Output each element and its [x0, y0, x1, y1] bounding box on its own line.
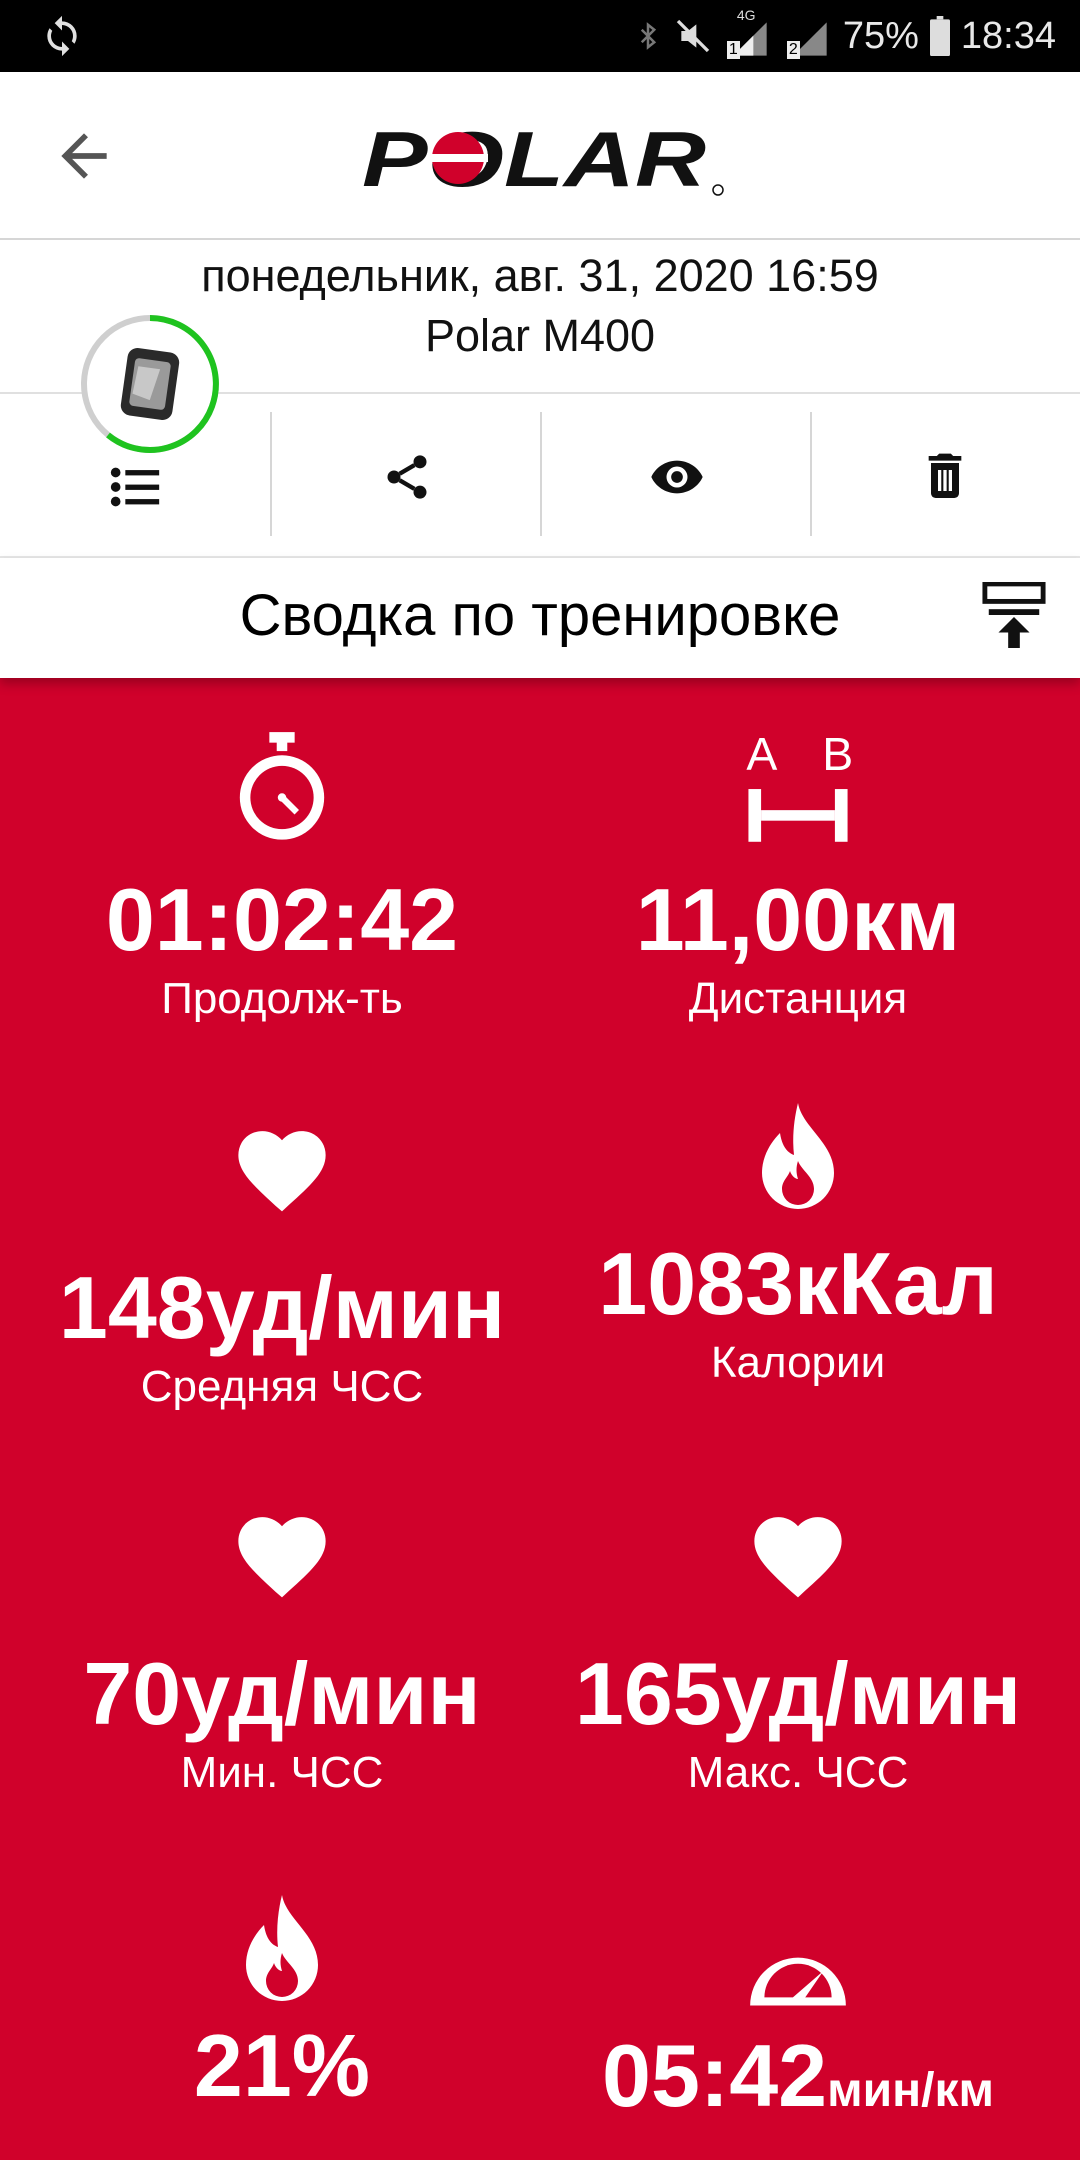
sim1-label: 1 [726, 41, 740, 59]
stat-fat-burn: 21% [12, 1890, 552, 2114]
stat-max-hr: 165уд/мин Макс. ЧСС [528, 1504, 1068, 1800]
stat-duration: 01:02:42 Продолж-ть [12, 730, 552, 1026]
flame-icon [762, 1103, 834, 1209]
stat-pace: 05:42мин/км [528, 1940, 1068, 2139]
status-bar: 4G 1 2 75% 18:34 [0, 0, 1080, 72]
app-bar: POLAR [0, 72, 1080, 240]
avg-hr-label: Средняя ЧСС [140, 1362, 424, 1411]
flame-icon [246, 1895, 318, 2001]
heart-icon [238, 1131, 326, 1212]
avg-hr-value: 148уд/мин [58, 1258, 506, 1357]
pace-number: 05:42 [602, 2026, 828, 2125]
heart-icon [238, 1517, 326, 1598]
share-button[interactable] [272, 412, 542, 542]
duration-label: Продолж-ть [161, 974, 403, 1023]
svg-text:B: B [822, 730, 853, 780]
session-date: понедельник, авг. 31, 2020 16:59 [201, 250, 879, 301]
stopwatch-icon [239, 732, 325, 840]
min-hr-value: 70уд/мин [83, 1644, 481, 1743]
polar-logo: POLAR [362, 120, 724, 196]
min-hr-label: Мин. ЧСС [180, 1748, 384, 1797]
section-header: Сводка по тренировке [0, 558, 1080, 678]
stat-min-hr: 70уд/мин Мин. ЧСС [12, 1504, 552, 1800]
battery-percent: 75% [842, 14, 919, 57]
max-hr-label: Макс. ЧСС [687, 1748, 909, 1797]
calories-value: 1083кКал [598, 1234, 998, 1333]
fat-burn-value: 21% [193, 2016, 371, 2115]
svg-text:POLAR: POLAR [362, 120, 706, 196]
bluetooth-icon [640, 22, 656, 50]
view-button[interactable] [542, 412, 812, 542]
stat-avg-hr: 148уд/мин Средняя ЧСС [12, 1118, 552, 1414]
battery-icon [929, 16, 950, 56]
section-title: Сводка по тренировке [239, 583, 841, 648]
delete-button[interactable] [810, 412, 1080, 542]
clock: 18:34 [960, 14, 1056, 57]
mute-icon [676, 19, 710, 53]
distance-value: 11,00км [635, 870, 961, 969]
device-avatar[interactable] [78, 312, 222, 456]
stat-distance: A B 11,00км Дистанция [528, 730, 1068, 1026]
watch-image [120, 348, 180, 420]
signal-sim2-icon: 2 [783, 11, 833, 61]
list-icon [110, 467, 160, 507]
pace-unit: мин/км [827, 2064, 994, 2117]
back-arrow-icon[interactable] [50, 122, 118, 190]
trash-icon [928, 453, 962, 498]
max-hr-value: 165уд/мин [574, 1644, 1022, 1743]
duration-value: 01:02:42 [105, 870, 459, 969]
sync-icon [47, 15, 77, 57]
speedometer-icon [750, 1957, 846, 2006]
distance-label: Дистанция [688, 974, 908, 1023]
pace-value: 05:42мин/км [528, 2028, 1068, 2139]
share-icon [387, 455, 427, 499]
calories-label: Калории [710, 1338, 886, 1387]
sim2-label: 2 [786, 41, 800, 59]
eye-icon [651, 460, 703, 494]
svg-text:A: A [746, 730, 777, 780]
distance-ab-icon: A B [746, 730, 853, 842]
stats-grid: 01:02:42 Продолж-ть A B 11,00км Дистанци… [0, 678, 1080, 2160]
signal-sim1-icon: 4G 1 [723, 7, 773, 61]
heart-icon [754, 1517, 842, 1598]
export-icon[interactable] [982, 582, 1046, 648]
stat-calories: 1083кКал Калории [528, 1103, 1068, 1390]
